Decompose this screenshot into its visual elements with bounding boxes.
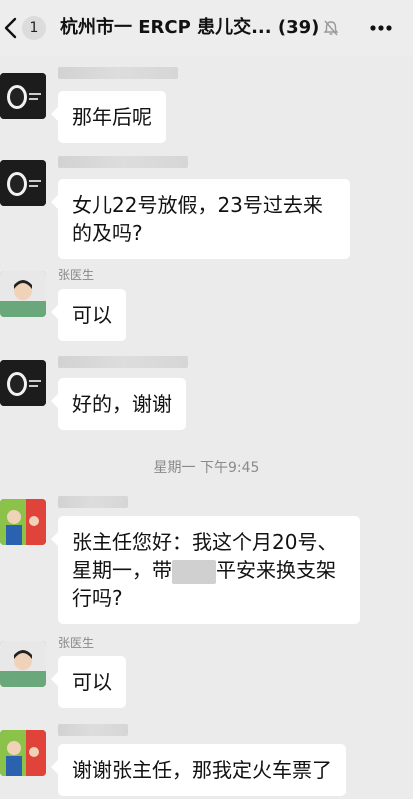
message-bubble[interactable]: 可以 — [51, 656, 126, 708]
sender-name-redacted — [58, 67, 178, 79]
message-bubble[interactable]: 张主任您好：我这个月20号、星期一，带 平安来换支架行吗? — [51, 516, 360, 624]
sender-name-redacted — [58, 356, 188, 368]
sender-name-redacted — [58, 724, 128, 736]
chat-header: 1 杭州市一 ERCP 患儿交... (39) — [0, 0, 413, 56]
avatar[interactable] — [0, 360, 46, 406]
sender-name-redacted — [58, 496, 128, 508]
avatar[interactable] — [0, 73, 46, 119]
message-bubble[interactable]: 那年后呢 — [51, 91, 166, 143]
sender-name: 张医生 — [58, 636, 95, 650]
message-bubble[interactable]: 谢谢张主任，那我定火车票了 — [51, 744, 346, 796]
avatar[interactable] — [0, 499, 46, 545]
mute-bell-icon — [322, 19, 340, 37]
timestamp: 星期一 下午9:45 — [153, 460, 260, 476]
back-arrow-icon[interactable] — [0, 14, 22, 42]
unread-count-badge[interactable]: 1 — [22, 16, 46, 40]
chat-area: 那年后呢 女儿22号放假，23号过去来的及吗? 张医生 可以 好的，谢谢 星期一… — [0, 56, 413, 799]
message-bubble[interactable]: 女儿22号放假，23号过去来的及吗? — [51, 179, 350, 259]
avatar[interactable] — [0, 271, 46, 317]
avatar[interactable] — [0, 641, 46, 687]
group-title: 杭州市一 ERCP 患儿交... (39) — [60, 17, 320, 38]
avatar[interactable] — [0, 730, 46, 776]
message-bubble[interactable]: 好的，谢谢 — [51, 378, 186, 430]
sender-name-redacted — [58, 156, 188, 168]
sender-name: 张医生 — [58, 268, 95, 282]
redacted-name — [172, 559, 216, 584]
message-bubble[interactable]: 可以 — [51, 289, 126, 341]
avatar[interactable] — [0, 160, 46, 206]
more-dots-icon[interactable] — [368, 18, 394, 38]
